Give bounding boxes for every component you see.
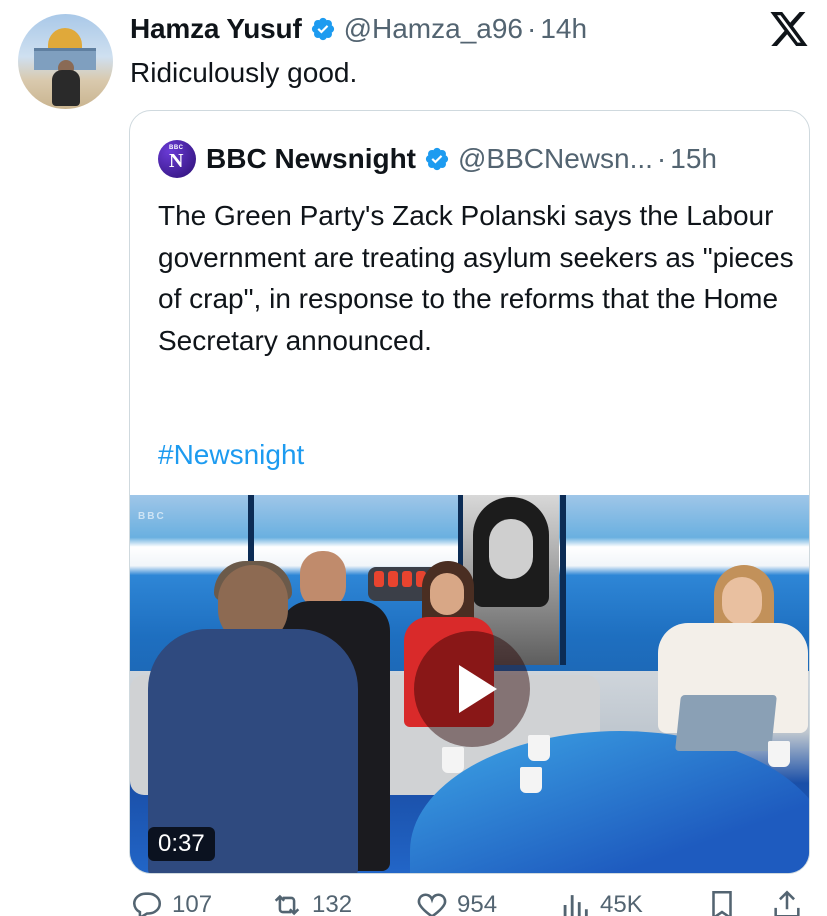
tweet-view: Hamza Yusuf @Hamza_a96 · 14h Ridiculousl… (0, 0, 827, 916)
video-player[interactable]: BBC 0:37 (130, 495, 809, 873)
like-button[interactable]: 954 (415, 888, 497, 916)
reply-count: 107 (172, 891, 213, 916)
x-logo-icon[interactable] (770, 12, 808, 46)
author-handle[interactable]: @Hamza_a96 (344, 13, 523, 45)
hashtag-link[interactable]: #Newsnight (158, 439, 304, 471)
separator-dot: · (656, 143, 667, 174)
quoted-author-handle[interactable]: @BBCNewsn... (458, 143, 653, 175)
quoted-author-name[interactable]: BBC Newsnight (206, 143, 416, 175)
mug (442, 747, 464, 773)
post-header: Hamza Yusuf @Hamza_a96 · 14h (130, 10, 587, 48)
share-icon (774, 890, 800, 916)
bookmark-button[interactable] (705, 888, 747, 916)
post-time[interactable]: 14h (540, 13, 587, 45)
views-count: 45K (600, 891, 643, 916)
bookmark-icon (712, 890, 732, 916)
video-duration: 0:37 (148, 827, 215, 861)
avatar-person (52, 70, 80, 106)
views-button[interactable]: 45K (558, 888, 643, 916)
verified-badge-icon (311, 17, 334, 41)
avatar-n-mark: N (169, 150, 184, 172)
mug (520, 767, 542, 793)
verified-badge-icon (425, 147, 449, 171)
heart-icon (417, 893, 447, 916)
repost-button[interactable]: 132 (270, 888, 352, 916)
mug (768, 741, 790, 767)
play-icon[interactable] (414, 631, 530, 747)
quoted-post-time[interactable]: 15h (670, 143, 717, 175)
views-icon (563, 895, 588, 916)
quoted-post-text: The Green Party's Zack Polanski says the… (158, 200, 794, 356)
share-button[interactable] (770, 888, 812, 916)
like-count: 954 (457, 891, 498, 916)
avatar-dome (48, 28, 82, 50)
bbc-watermark: BBC (138, 511, 166, 522)
mug (528, 735, 550, 761)
quoted-post-header: BBC N BBC Newsnight @BBCNewsn... · 15h (158, 140, 717, 178)
reply-button[interactable]: 107 (130, 888, 212, 916)
repost-count: 132 (312, 891, 353, 916)
author-name[interactable]: Hamza Yusuf (130, 13, 302, 45)
post-text: Ridiculously good. (130, 57, 358, 88)
laptop (675, 695, 777, 751)
reply-icon (132, 892, 161, 916)
separator-dot: · (526, 13, 537, 44)
author-avatar[interactable] (18, 14, 113, 109)
repost-icon (274, 894, 300, 916)
action-bar: 107 132 954 45K (130, 888, 820, 916)
quoted-post-card[interactable]: BBC N BBC Newsnight @BBCNewsn... · 15h T… (129, 110, 810, 874)
quoted-author-avatar[interactable]: BBC N (158, 140, 196, 178)
backdrop-divider (560, 495, 566, 665)
